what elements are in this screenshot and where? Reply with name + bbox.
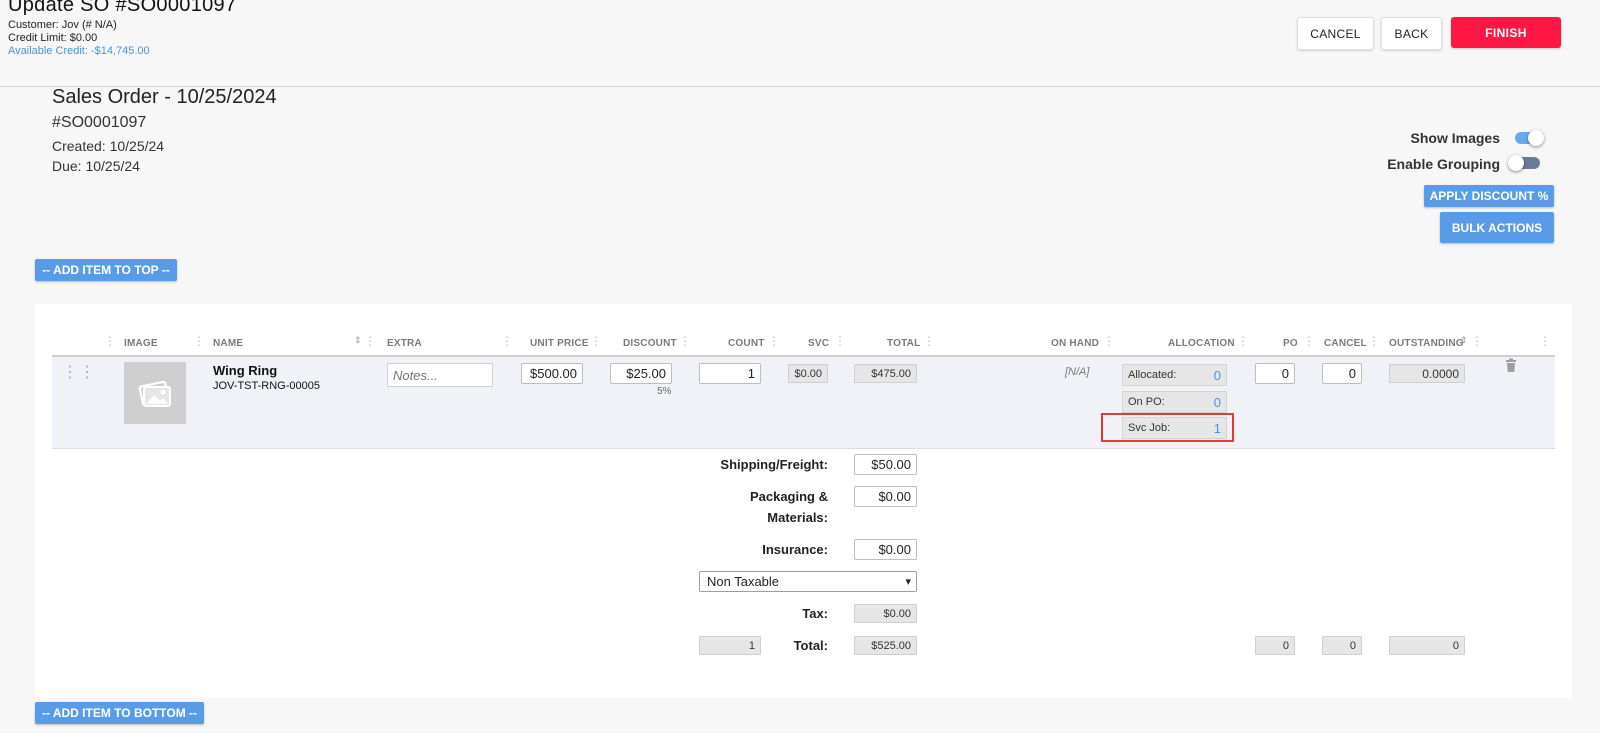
- item-sku: JOV-TST-RNG-00005: [213, 380, 320, 392]
- add-item-bottom-button[interactable]: -- ADD ITEM TO BOTTOM --: [35, 702, 204, 724]
- discount-input[interactable]: $25.00: [610, 363, 672, 384]
- total-label: Total:: [793, 638, 828, 653]
- svc-job-highlight: [1101, 413, 1234, 442]
- total-cancel-value: 0: [1322, 636, 1362, 655]
- col-header-cancel: CANCEL: [1324, 338, 1367, 349]
- col-header-extra: EXTRA: [387, 338, 422, 349]
- toggle-knob: [1508, 155, 1524, 171]
- tax-select-value: Non Taxable: [707, 574, 780, 589]
- col-header-on-hand: ON HAND: [1051, 338, 1100, 349]
- shipping-input[interactable]: $50.00: [854, 454, 917, 475]
- column-drag-icon[interactable]: ⋮: [679, 334, 691, 348]
- back-button[interactable]: BACK: [1381, 17, 1442, 50]
- column-drag-icon[interactable]: ⋮: [1103, 334, 1115, 348]
- total-po-value: 0: [1255, 636, 1295, 655]
- tax-select[interactable]: Non Taxable ▾: [699, 571, 917, 592]
- outstanding-value: 0.0000: [1389, 364, 1465, 383]
- unit-price-input[interactable]: $500.00: [521, 363, 583, 384]
- column-drag-icon[interactable]: ⋮: [834, 334, 846, 348]
- enable-grouping-toggle[interactable]: [1508, 155, 1540, 171]
- total-outstanding-value: 0: [1389, 636, 1465, 655]
- product-image-placeholder: [124, 362, 186, 424]
- packaging-label-line1: Packaging &: [749, 489, 828, 504]
- page-title: Update SO #SO0001097: [8, 0, 237, 16]
- column-drag-icon[interactable]: ⋮: [193, 334, 205, 348]
- column-drag-icon[interactable]: ⋮: [1303, 334, 1315, 348]
- column-drag-icon[interactable]: ⋮: [104, 334, 116, 348]
- drag-handle-icon[interactable]: ⋮⋮: [62, 365, 96, 381]
- on-po-field: On PO: 0: [1122, 391, 1227, 413]
- allocated-value[interactable]: 0: [1214, 368, 1221, 383]
- add-item-top-button[interactable]: -- ADD ITEM TO TOP --: [35, 259, 177, 281]
- finish-button[interactable]: FINISH: [1451, 17, 1561, 48]
- trash-icon[interactable]: [1505, 358, 1517, 374]
- cancel-input[interactable]: 0: [1322, 363, 1362, 384]
- column-drag-icon[interactable]: ⋮: [1539, 334, 1551, 348]
- order-created: Created: 10/25/24: [52, 138, 165, 154]
- column-drag-icon[interactable]: ⋮: [1237, 334, 1249, 348]
- count-input[interactable]: 1: [699, 363, 761, 384]
- tax-label: Tax:: [802, 606, 828, 621]
- col-header-po: PO: [1283, 338, 1298, 349]
- item-name: Wing Ring: [213, 363, 278, 378]
- col-header-allocation: ALLOCATION: [1168, 338, 1235, 349]
- customer-info: Customer: Jov (# N/A): [8, 19, 117, 31]
- col-header-svc: SVC: [808, 338, 830, 349]
- column-drag-icon[interactable]: ⋮: [590, 334, 602, 348]
- on-hand-value: [N/A]: [1065, 366, 1090, 378]
- col-header-discount: DISCOUNT: [623, 338, 677, 349]
- shipping-label: Shipping/Freight:: [720, 457, 828, 472]
- enable-grouping-label: Enable Grouping: [1387, 156, 1500, 172]
- column-drag-icon[interactable]: ⋮: [1368, 334, 1380, 348]
- on-po-value[interactable]: 0: [1214, 395, 1221, 410]
- col-header-unit-price: UNIT PRICE: [530, 338, 589, 349]
- col-header-count: COUNT: [728, 338, 765, 349]
- line-total-value: $475.00: [854, 364, 917, 383]
- on-po-label: On PO:: [1128, 396, 1165, 408]
- insurance-input[interactable]: $0.00: [854, 539, 917, 560]
- column-drag-icon[interactable]: ⋮: [923, 334, 935, 348]
- column-drag-icon[interactable]: ⋮: [768, 334, 780, 348]
- tax-value: $0.00: [854, 604, 917, 623]
- col-header-total: TOTAL: [887, 338, 921, 349]
- sort-icon[interactable]: ⇕: [1460, 335, 1468, 346]
- col-header-name[interactable]: NAME: [213, 338, 243, 349]
- column-drag-icon[interactable]: ⋮: [1471, 334, 1483, 348]
- cancel-button[interactable]: CANCEL: [1297, 17, 1374, 50]
- packaging-label-line2: Materials:: [767, 510, 828, 525]
- svc-value: $0.00: [788, 364, 828, 383]
- column-drag-icon[interactable]: ⋮: [364, 334, 376, 348]
- show-images-toggle[interactable]: [1513, 130, 1545, 146]
- col-header-image: IMAGE: [124, 338, 158, 349]
- apply-discount-button[interactable]: APPLY DISCOUNT %: [1424, 185, 1554, 207]
- order-number: #SO0001097: [52, 114, 147, 131]
- discount-percent: 5%: [657, 386, 672, 397]
- chevron-down-icon: ▾: [905, 576, 911, 588]
- po-input[interactable]: 0: [1255, 363, 1295, 384]
- toggle-knob: [1528, 130, 1544, 146]
- available-credit: Available Credit: -$14,745.00: [8, 45, 150, 57]
- credit-limit: Credit Limit: $0.00: [8, 32, 98, 44]
- order-due: Due: 10/25/24: [52, 158, 140, 174]
- show-images-label: Show Images: [1410, 130, 1500, 146]
- sort-icon[interactable]: ⇕: [354, 335, 362, 346]
- packaging-input[interactable]: $0.00: [854, 486, 917, 507]
- image-icon: [138, 380, 171, 407]
- bulk-actions-button[interactable]: BULK ACTIONS: [1440, 212, 1554, 243]
- allocated-label: Allocated:: [1128, 369, 1177, 381]
- column-drag-icon[interactable]: ⋮: [501, 334, 513, 348]
- grand-total-value: $525.00: [854, 636, 917, 655]
- insurance-label: Insurance:: [762, 542, 828, 557]
- notes-input[interactable]: [387, 363, 493, 387]
- order-title: Sales Order - 10/25/2024: [52, 86, 277, 108]
- allocated-field: Allocated: 0: [1122, 364, 1227, 386]
- col-header-outstanding[interactable]: OUTSTANDING: [1389, 338, 1464, 349]
